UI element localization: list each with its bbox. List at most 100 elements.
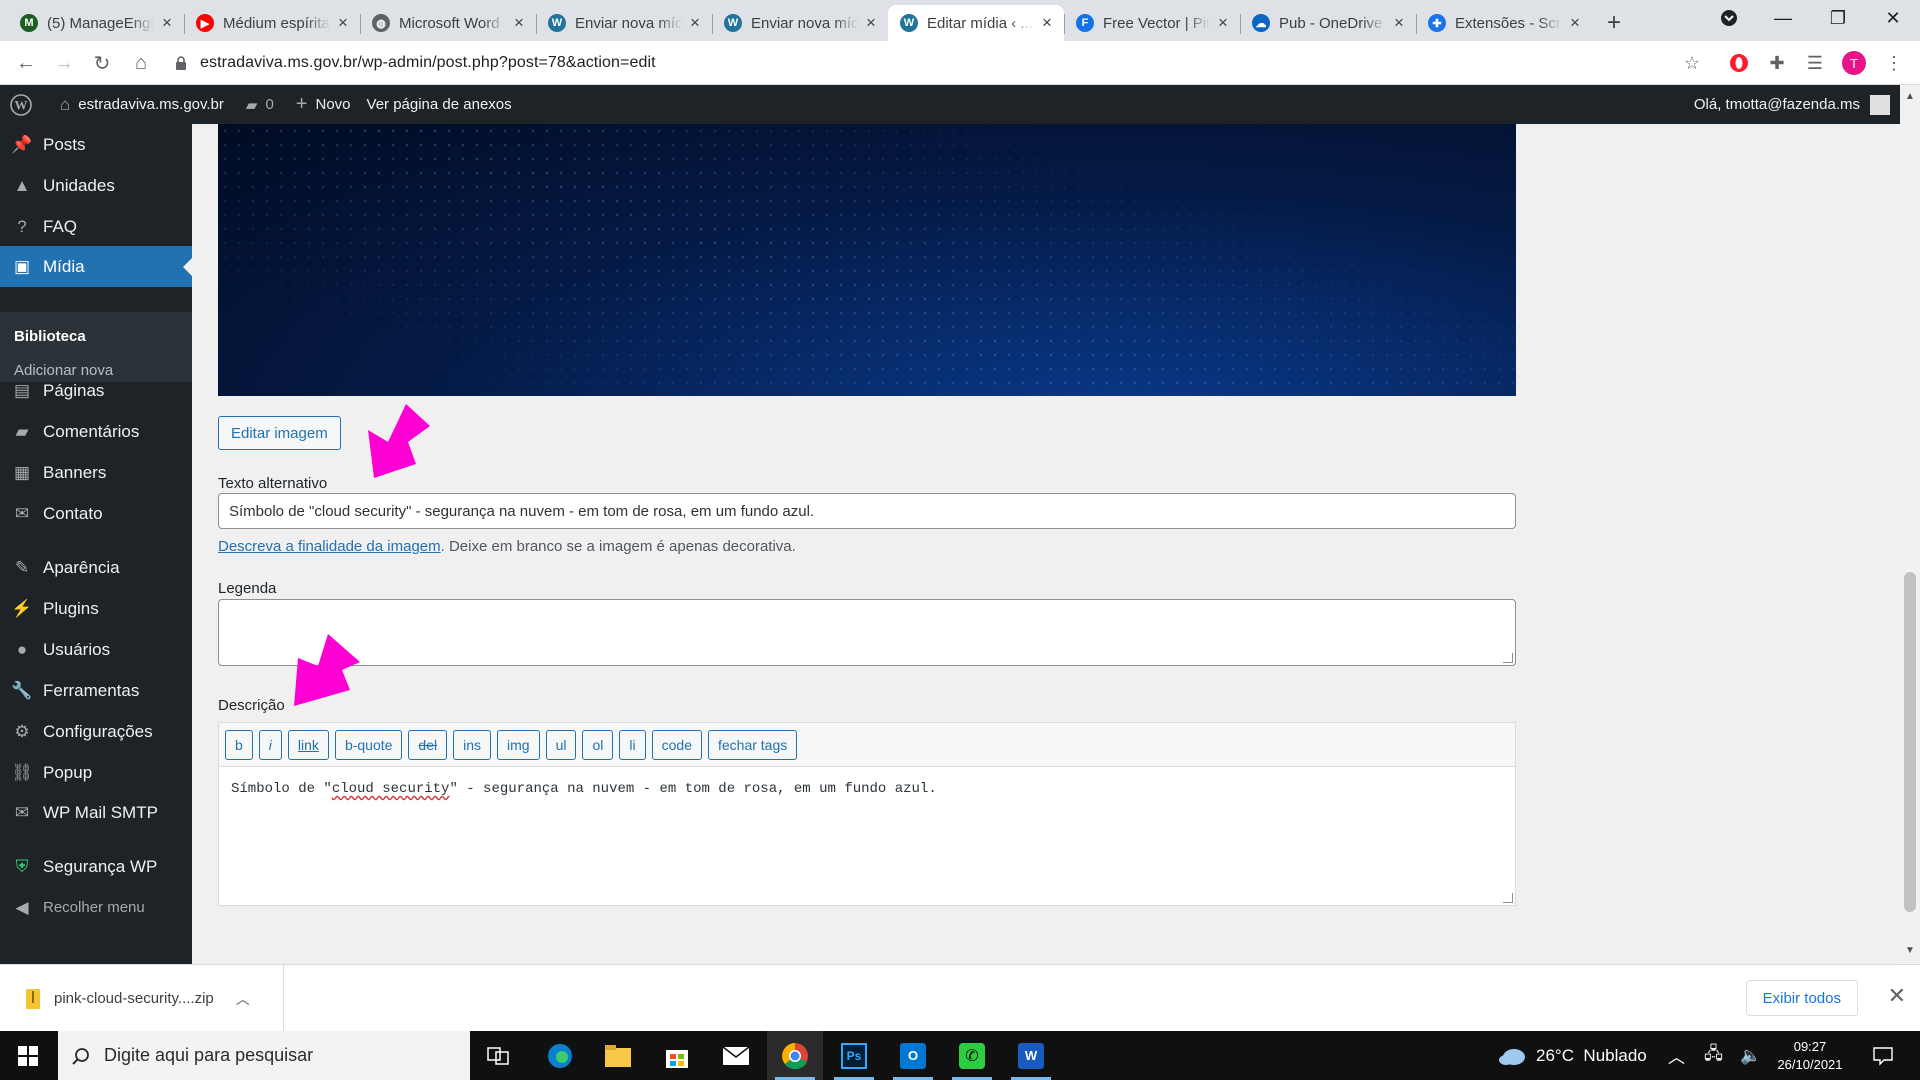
phone-app-icon[interactable]: ✆ — [944, 1031, 1000, 1080]
quicktag-button[interactable]: i — [258, 729, 282, 760]
browser-tab[interactable]: ▶ Médium espírita × — [184, 5, 360, 41]
submenu-add-new[interactable]: Adicionar nova — [14, 362, 113, 379]
show-all-downloads-button[interactable]: Exibir todos — [1745, 980, 1858, 1016]
browser-tab[interactable]: ✚ Extensões - Screen× — [1416, 5, 1592, 41]
sidebar-item[interactable]: ▰ Comentários — [0, 411, 192, 452]
chrome-browser-icon[interactable] — [767, 1031, 823, 1080]
site-name-link[interactable]: ⌂ estradaviva.ms.gov.br — [52, 85, 232, 124]
chrome-menu-icon[interactable] — [1706, 0, 1752, 36]
sidebar-item[interactable]: ▦ Banners — [0, 452, 192, 493]
profile-avatar[interactable]: T — [1842, 51, 1866, 75]
sidebar-item[interactable]: ▣ Mídia — [0, 246, 192, 287]
close-tab-icon[interactable]: × — [510, 13, 528, 33]
scroll-up-arrow-icon[interactable]: ▲ — [1900, 91, 1920, 102]
quicktag-button[interactable]: ol — [582, 729, 614, 760]
word-icon[interactable]: W — [1003, 1031, 1059, 1080]
sidebar-item[interactable]: ▲ Unidades — [0, 165, 192, 206]
sidebar-item[interactable]: ? FAQ — [0, 206, 192, 247]
quicktag-button[interactable]: fechar tags — [707, 729, 798, 760]
chevron-up-icon[interactable]: ︿ — [236, 989, 250, 1009]
restore-button[interactable]: ❐ — [1815, 0, 1861, 36]
new-tab-button[interactable]: + — [1596, 5, 1632, 41]
network-icon[interactable]: 🖧 — [1704, 1031, 1723, 1080]
notifications-icon[interactable] — [1872, 1031, 1894, 1080]
sidebar-item[interactable]: ⚡ Plugins — [0, 588, 192, 629]
alt-text-help-link[interactable]: Descreva a finalidade da imagem — [218, 538, 441, 555]
close-tab-icon[interactable]: × — [334, 13, 352, 33]
task-view-icon[interactable] — [470, 1031, 526, 1080]
close-window-button[interactable]: ✕ — [1870, 0, 1916, 36]
resize-handle[interactable] — [1503, 653, 1513, 663]
quicktag-button[interactable]: link — [287, 729, 329, 760]
sidebar-item[interactable]: 🔧 Ferramentas — [0, 670, 192, 711]
reload-icon[interactable]: ↻ — [88, 49, 116, 77]
page-scrollbar[interactable]: ▲ ▼ — [1900, 85, 1920, 964]
comments-link[interactable]: ▰ 0 — [238, 85, 282, 124]
submenu-library[interactable]: Biblioteca — [14, 328, 86, 345]
close-tab-icon[interactable]: × — [1566, 13, 1584, 33]
browser-tab[interactable]: ◍ Microsoft Word × — [360, 5, 536, 41]
quicktag-button[interactable]: ins — [453, 729, 492, 760]
mail-app-icon[interactable] — [708, 1031, 764, 1080]
back-arrow-icon[interactable]: ← — [12, 49, 40, 77]
alt-text-input[interactable]: Símbolo de "cloud security" - segurança … — [218, 493, 1516, 529]
caption-textarea[interactable] — [218, 599, 1516, 666]
outlook-icon[interactable]: O — [885, 1031, 941, 1080]
quicktag-button[interactable]: li — [619, 729, 646, 760]
close-tab-icon[interactable]: × — [1390, 13, 1408, 33]
edge-browser-icon[interactable] — [532, 1031, 588, 1080]
sidebar-item[interactable]: ✎ Aparência — [0, 547, 192, 588]
close-tab-icon[interactable]: × — [862, 13, 880, 33]
resize-handle[interactable] — [1503, 893, 1513, 903]
media-queue-icon[interactable]: ☰ — [1803, 51, 1827, 75]
close-tab-icon[interactable]: × — [1214, 13, 1232, 33]
scroll-down-arrow-icon[interactable]: ▼ — [1900, 945, 1920, 956]
browser-tab[interactable]: W Enviar nova mídia× — [536, 5, 712, 41]
address-bar[interactable]: estradaviva.ms.gov.br/wp-admin/post.php?… — [174, 48, 1694, 78]
download-item[interactable]: pink-cloud-security....zip ︿ — [0, 965, 284, 1032]
sidebar-item[interactable]: ✉ Contato — [0, 493, 192, 534]
browser-tab[interactable]: M (5) ManageEngine× — [8, 5, 184, 41]
home-icon[interactable]: ⌂ — [127, 49, 155, 77]
browser-tab[interactable]: W Enviar nova mídia× — [712, 5, 888, 41]
edit-image-button[interactable]: Editar imagem — [218, 416, 341, 450]
description-textarea[interactable]: Símbolo de "cloud security" - segurança … — [218, 766, 1516, 906]
browser-tab[interactable]: ☁ Pub - OneDrive × — [1240, 5, 1416, 41]
show-hidden-icons-chevron-icon[interactable]: ︿ — [1668, 1031, 1685, 1080]
sidebar-item[interactable]: 📌 Posts — [0, 124, 192, 165]
clock[interactable]: 09:27 26/10/2021 — [1775, 1031, 1845, 1080]
quicktag-button[interactable]: b — [225, 729, 253, 760]
new-content-link[interactable]: + Novo — [288, 85, 359, 124]
sidebar-item[interactable]: ✉ WP Mail SMTP — [0, 792, 192, 833]
wordpress-logo-icon[interactable]: W — [0, 85, 40, 124]
taskbar-search-box[interactable]: Digite aqui para pesquisar — [58, 1031, 470, 1080]
close-shelf-icon[interactable]: ✕ — [1888, 983, 1906, 1009]
minimize-button[interactable]: — — [1760, 0, 1806, 36]
sidebar-item[interactable]: ⚙ Configurações — [0, 711, 192, 752]
quicktag-button[interactable]: b-quote — [334, 729, 403, 760]
sidebar-item[interactable]: ⛓ Popup — [0, 752, 192, 793]
quicktag-button[interactable]: img — [497, 729, 540, 760]
quicktag-button[interactable]: code — [651, 729, 702, 760]
quicktag-button[interactable]: del — [408, 729, 448, 760]
scrollbar-thumb[interactable] — [1904, 572, 1916, 912]
bookmark-star-icon[interactable]: ☆ — [1680, 51, 1704, 75]
my-account-link[interactable]: Olá, tmotta@fazenda.ms — [1694, 85, 1890, 124]
file-explorer-icon[interactable] — [590, 1031, 646, 1080]
photoshop-icon[interactable]: Ps — [826, 1031, 882, 1080]
sidebar-item[interactable]: ◀ Recolher menu — [0, 887, 192, 928]
sidebar-item[interactable]: ⛨ Segurança WP — [0, 846, 192, 887]
volume-icon[interactable]: 🔈 — [1740, 1031, 1761, 1080]
opera-extension-icon[interactable] — [1727, 51, 1751, 75]
windows-start-icon[interactable] — [0, 1031, 56, 1080]
extensions-puzzle-icon[interactable]: ✚ — [1765, 51, 1789, 75]
close-tab-icon[interactable]: × — [686, 13, 704, 33]
close-tab-icon[interactable]: × — [1038, 13, 1056, 33]
quicktag-button[interactable]: ul — [545, 729, 577, 760]
weather-widget[interactable]: 26°C Nublado — [1498, 1031, 1647, 1080]
browser-tab[interactable]: W Editar mídia ‹ ... × — [888, 5, 1064, 41]
browser-tab[interactable]: F Free Vector | Pink× — [1064, 5, 1240, 41]
view-attachment-link[interactable]: Ver página de anexos — [359, 85, 520, 124]
sidebar-item[interactable]: ● Usuários — [0, 629, 192, 670]
close-tab-icon[interactable]: × — [158, 13, 176, 33]
